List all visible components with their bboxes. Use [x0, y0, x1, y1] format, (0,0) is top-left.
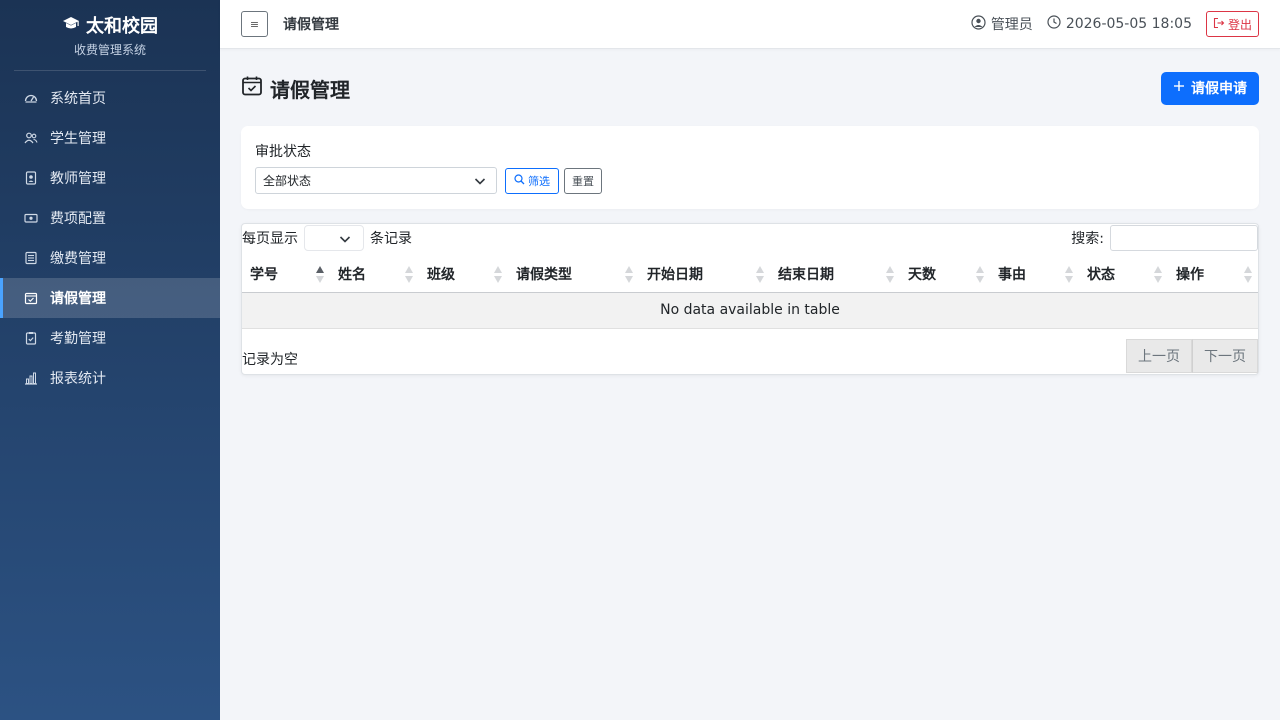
sidebar: 太和校园 收费管理系统 系统首页 学生管理 教师管理 费项配置 缴费管理 请假管… [0, 0, 220, 720]
badge-icon [24, 171, 38, 185]
pagination: 上一页 下一页 [1126, 339, 1258, 373]
sort-icon [405, 266, 413, 283]
sidebar-nav: 系统首页 学生管理 教师管理 费项配置 缴费管理 请假管理 考勤管理 报表统计 [0, 78, 220, 398]
user-info: 管理员 [971, 14, 1033, 34]
sort-icon [1154, 266, 1162, 283]
sort-icon [625, 266, 633, 283]
sidebar-item-home[interactable]: 系统首页 [0, 78, 220, 118]
cash-icon [24, 211, 38, 225]
sidebar-item-leave[interactable]: 请假管理 [0, 278, 220, 318]
sort-icon [886, 266, 894, 283]
leave-table: 学号 姓名 班级 请假类型 开始日期 结束日期 天数 事由 状态 操作 No d… [242, 257, 1258, 329]
column-header[interactable]: 开始日期 [639, 257, 770, 293]
sidebar-item-label: 系统首页 [50, 91, 106, 107]
sidebar-item-label: 费项配置 [50, 211, 106, 227]
logout-label: 登出 [1227, 17, 1252, 32]
column-header[interactable]: 事由 [990, 257, 1079, 293]
page-head: 请假管理 请假申请 [241, 71, 1259, 105]
sort-icon [976, 266, 984, 283]
column-header[interactable]: 状态 [1079, 257, 1168, 293]
column-header[interactable]: 学号 [242, 257, 330, 293]
user-name: 管理员 [990, 17, 1033, 33]
clock-icon [1047, 15, 1061, 33]
plus-icon [1173, 80, 1185, 96]
empty-table-message: No data available in table [242, 292, 1258, 329]
sidebar-item-label: 教师管理 [50, 171, 106, 187]
sort-icon [1244, 266, 1252, 283]
header-title: 请假管理 [283, 17, 339, 33]
sidebar-item-label: 请假管理 [50, 291, 106, 307]
header-right: 管理员 2026-05-05 18:05 登出 [971, 11, 1259, 37]
sidebar-item-teachers[interactable]: 教师管理 [0, 158, 220, 198]
table-search: 搜索: [1071, 225, 1258, 251]
receipt-icon [24, 251, 38, 265]
length-suffix: 条记录 [370, 231, 412, 247]
brand: 太和校园 收费管理系统 [14, 0, 206, 71]
column-header[interactable]: 班级 [419, 257, 508, 293]
column-header[interactable]: 结束日期 [770, 257, 900, 293]
brand-name: 太和校园 [86, 16, 158, 37]
sort-icon [494, 266, 502, 283]
graduation-cap-icon [62, 15, 80, 36]
column-header[interactable]: 操作 [1168, 257, 1258, 293]
column-header[interactable]: 天数 [900, 257, 990, 293]
filter-card: 审批状态 全部状态 筛选 重置 [241, 126, 1259, 209]
datetime-text: 2026-05-05 18:05 [1065, 16, 1192, 32]
table-toolbar: 每页显示 条记录 搜索: [242, 224, 1258, 252]
chevron-down-icon [339, 233, 351, 249]
sidebar-item-reports[interactable]: 报表统计 [0, 358, 220, 398]
brand-title: 太和校园 [14, 12, 206, 38]
reset-button[interactable]: 重置 [564, 168, 602, 194]
sort-icon [756, 266, 764, 283]
approval-status-value: 全部状态 [263, 174, 312, 188]
filter-button[interactable]: 筛选 [505, 168, 559, 194]
approval-status-select[interactable]: 全部状态 [255, 167, 497, 194]
table-row: No data available in table [242, 292, 1258, 329]
datetime-display: 2026-05-05 18:05 [1047, 15, 1192, 33]
top-header: ≡ 请假管理 管理员 2026-05-05 18:05 登出 [220, 0, 1280, 49]
dashboard-icon [24, 91, 38, 105]
table-header-row: 学号 姓名 班级 请假类型 开始日期 结束日期 天数 事由 状态 操作 [242, 257, 1258, 293]
logout-icon [1213, 17, 1225, 32]
people-icon [24, 131, 38, 145]
sort-icon [1065, 266, 1073, 283]
sort-asc-icon [316, 266, 324, 283]
bar-chart-icon [24, 371, 38, 385]
chevron-down-icon [474, 175, 486, 190]
user-circle-icon [971, 14, 986, 34]
sidebar-item-label: 缴费管理 [50, 251, 106, 267]
table-footer: 记录为空 上一页 下一页 [242, 338, 1258, 374]
search-label: 搜索: [1071, 231, 1104, 247]
calendar-check-icon [24, 291, 38, 305]
sidebar-item-payments[interactable]: 缴费管理 [0, 238, 220, 278]
sidebar-item-label: 报表统计 [50, 371, 106, 387]
main-content: 请假管理 请假申请 审批状态 全部状态 筛选 重置 每页显示 条记录 搜索: 学… [220, 49, 1280, 720]
page-title-text: 请假管理 [270, 77, 350, 102]
column-header[interactable]: 请假类型 [508, 257, 639, 293]
logout-button[interactable]: 登出 [1205, 11, 1259, 37]
page-title: 请假管理 [241, 74, 350, 103]
next-page-button[interactable]: 下一页 [1192, 339, 1258, 373]
search-icon [514, 174, 525, 188]
filter-button-label: 筛选 [528, 175, 550, 188]
calendar-check-icon [241, 75, 263, 102]
prev-page-button[interactable]: 上一页 [1126, 339, 1192, 373]
approval-status-label: 审批状态 [255, 144, 311, 160]
search-input[interactable] [1110, 225, 1258, 251]
sidebar-item-fee-config[interactable]: 费项配置 [0, 198, 220, 238]
column-header[interactable]: 姓名 [330, 257, 419, 293]
add-leave-label: 请假申请 [1191, 81, 1247, 97]
table-info: 记录为空 [242, 352, 298, 368]
sidebar-item-students[interactable]: 学生管理 [0, 118, 220, 158]
sidebar-item-attendance[interactable]: 考勤管理 [0, 318, 220, 358]
leave-table-card: 每页显示 条记录 搜索: 学号 姓名 班级 请假类型 开始日期 结束日期 天数 [241, 223, 1259, 375]
sidebar-item-label: 考勤管理 [50, 331, 106, 347]
sidebar-item-label: 学生管理 [50, 131, 106, 147]
page-length-select[interactable] [304, 225, 364, 251]
length-prefix: 每页显示 [242, 231, 298, 247]
add-leave-button[interactable]: 请假申请 [1161, 71, 1259, 105]
sidebar-toggle-button[interactable]: ≡ [241, 11, 268, 37]
brand-subtitle: 收费管理系统 [73, 43, 146, 57]
clipboard-check-icon [24, 331, 38, 345]
